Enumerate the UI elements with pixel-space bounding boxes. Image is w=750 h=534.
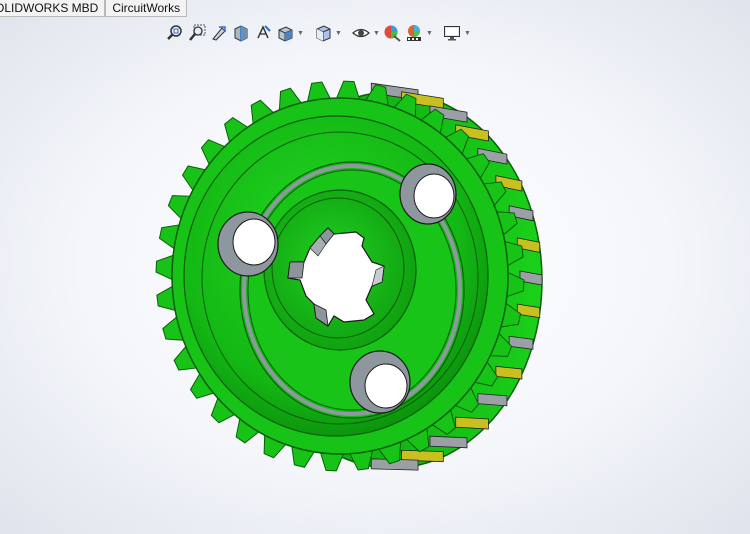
display-style-icon[interactable] [312, 22, 334, 44]
bolt-hole-2 [399, 163, 457, 225]
zoom-to-area-icon[interactable] [186, 22, 208, 44]
tab-circuitworks[interactable]: CircuitWorks [105, 0, 188, 17]
bolt-hole-1 [217, 211, 279, 277]
tooth-flank [477, 393, 508, 407]
view-orientation-icon[interactable] [274, 22, 296, 44]
tooth-flank [455, 416, 489, 430]
view-orientation-dropdown-icon[interactable]: ▼ [296, 22, 305, 44]
view-settings-dropdown-icon[interactable]: ▼ [463, 22, 472, 44]
pulley-tooth [155, 254, 174, 281]
command-manager-tabs: OLIDWORKS MBD CircuitWorks [0, 0, 188, 17]
tooth-flank [429, 435, 468, 449]
edit-appearance-icon[interactable] [381, 22, 403, 44]
pulley-model[interactable] [0, 0, 750, 529]
previous-view-icon[interactable] [208, 22, 230, 44]
hide-show-items-icon[interactable] [350, 22, 372, 44]
heads-up-view-toolbar: ▼ ▼ ▼ ▼ ▼ [164, 22, 472, 44]
apply-scene-icon[interactable] [403, 22, 425, 44]
graphics-viewport[interactable] [0, 0, 750, 529]
pulley-tooth [319, 452, 345, 472]
tab-solidworks-mbd[interactable]: OLIDWORKS MBD [0, 0, 106, 17]
dynamic-annotation-view-icon[interactable] [252, 22, 274, 44]
pulley-tooth [335, 80, 361, 100]
tooth-flank [495, 365, 523, 380]
display-style-dropdown-icon[interactable]: ▼ [334, 22, 343, 44]
hide-show-dropdown-icon[interactable]: ▼ [372, 22, 381, 44]
apply-scene-dropdown-icon[interactable]: ▼ [425, 22, 434, 44]
bolt-hole-3 [349, 350, 411, 414]
zoom-to-fit-icon[interactable] [164, 22, 186, 44]
section-view-icon[interactable] [230, 22, 252, 44]
view-settings-icon[interactable] [441, 22, 463, 44]
